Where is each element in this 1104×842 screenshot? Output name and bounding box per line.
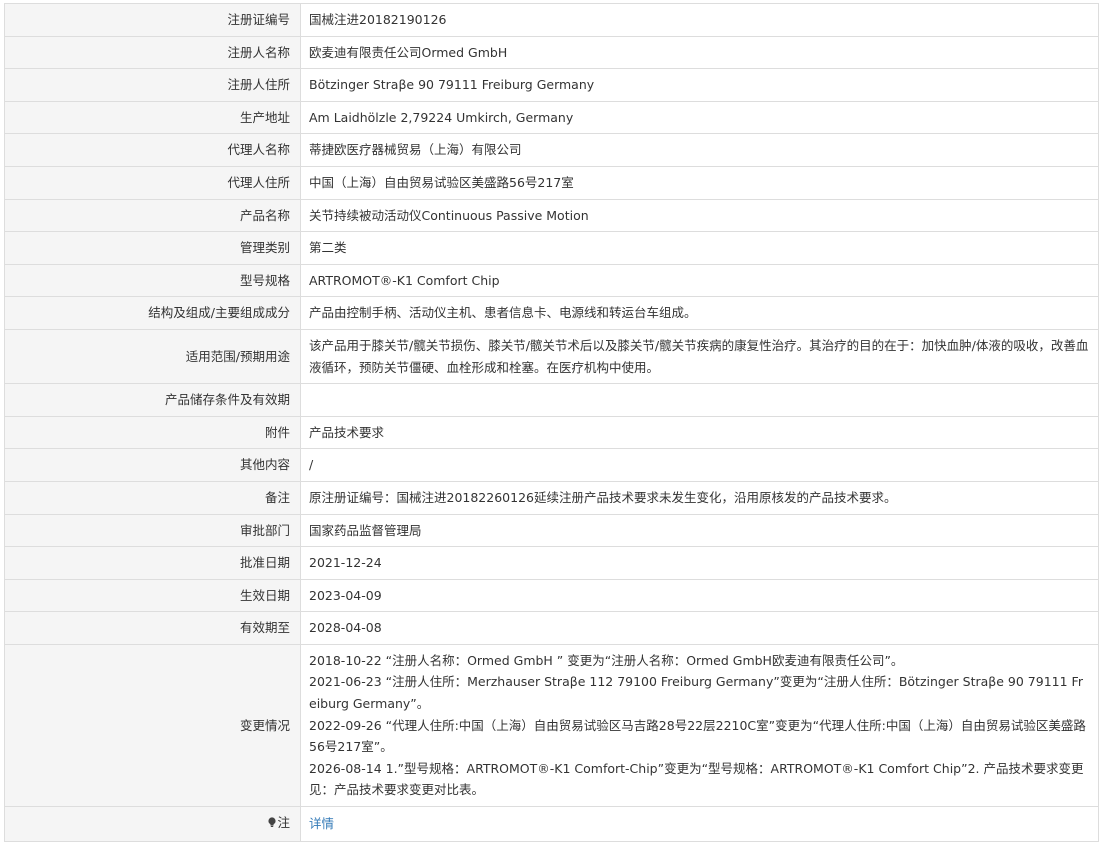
row-value — [300, 383, 1099, 417]
details-link[interactable]: 详情 — [309, 816, 334, 831]
row-value: 2028-04-08 — [300, 611, 1099, 645]
row-label: 附件 — [4, 415, 301, 450]
row-value: 原注册证编号：国械注进20182260126延续注册产品技术要求未发生变化，沿用… — [300, 480, 1099, 515]
table-row-agent-address: 代理人住所 中国（上海）自由贸易试验区美盛路56号217室 — [4, 165, 1099, 200]
row-value: 关节持续被动活动仪Continuous Passive Motion — [300, 198, 1099, 233]
row-value: 国家药品监督管理局 — [300, 513, 1099, 548]
table-row-storage: 产品储存条件及有效期 — [4, 383, 1099, 417]
table-row-product-name: 产品名称 关节持续被动活动仪Continuous Passive Motion — [4, 198, 1099, 233]
table-row-approval-date: 批准日期 2021-12-24 — [4, 546, 1099, 580]
row-value: 该产品用于膝关节/髋关节损伤、膝关节/髋关节术后以及膝关节/髋关节疾病的康复性治… — [300, 328, 1099, 385]
table-row-reg-no: 注册证编号 国械注进20182190126 — [4, 3, 1099, 37]
row-label: 管理类别 — [4, 231, 301, 265]
table-row-note: 注 详情 — [4, 806, 1099, 842]
row-label: 批准日期 — [4, 546, 301, 580]
registration-table: 注册证编号 国械注进20182190126 注册人名称 欧麦迪有限责任公司Ormed … — [4, 3, 1099, 842]
row-label: 型号规格 — [4, 263, 301, 298]
row-label: 生效日期 — [4, 578, 301, 613]
table-row-registrant-address: 注册人住所 Bötzinger Straβe 90 79111 Freiburg … — [4, 68, 1099, 102]
note-value: 详情 — [300, 806, 1099, 842]
row-value: 产品技术要求 — [300, 415, 1099, 450]
table-row-attachment: 附件 产品技术要求 — [4, 415, 1099, 450]
table-row-composition: 结构及组成/主要组成成分 产品由控制手柄、活动仪主机、患者信息卡、电源线和转运台车… — [4, 296, 1099, 330]
row-label: 生产地址 — [4, 100, 301, 135]
row-value: 2021-12-24 — [300, 546, 1099, 580]
row-value: / — [300, 448, 1099, 482]
row-label: 审批部门 — [4, 513, 301, 548]
row-value: Am Laidhölzle 2,79224 Umkirch, Germany — [300, 100, 1099, 135]
row-value: ARTROMOT®-K1 Comfort Chip — [300, 263, 1099, 298]
registration-rows: 注册证编号 国械注进20182190126 注册人名称 欧麦迪有限责任公司Ormed … — [4, 3, 1099, 645]
changes-list: 2018-10-22 “注册人名称：Ormed GmbH ” 变更为“注册人名称… — [300, 643, 1099, 808]
row-value: 产品由控制手柄、活动仪主机、患者信息卡、电源线和转运台车组成。 — [300, 296, 1099, 330]
table-row-remark: 备注 原注册证编号：国械注进20182260126延续注册产品技术要求未发生变化，… — [4, 480, 1099, 515]
changes-section: 变更情况 2018-10-22 “注册人名称：Ormed GmbH ” 变更为“… — [4, 643, 1099, 842]
row-value: Bötzinger Straβe 90 79111 Freiburg Germa… — [300, 68, 1099, 102]
table-row-changes: 变更情况 2018-10-22 “注册人名称：Ormed GmbH ” 变更为“… — [4, 643, 1099, 808]
row-label: 注册证编号 — [4, 3, 301, 37]
change-entry: 2018-10-22 “注册人名称：Ormed GmbH ” 变更为“注册人名称… — [309, 652, 904, 668]
row-value: 蒂捷欧医疗器械贸易（上海）有限公司 — [300, 133, 1099, 167]
lightbulb-icon — [268, 814, 277, 836]
table-row-other: 其他内容 / — [4, 448, 1099, 482]
row-label: 产品储存条件及有效期 — [4, 383, 301, 417]
row-label: 结构及组成/主要组成成分 — [4, 296, 301, 330]
row-label: 适用范围/预期用途 — [4, 328, 301, 385]
table-row-effective-date: 生效日期 2023-04-09 — [4, 578, 1099, 613]
row-label: 代理人名称 — [4, 133, 301, 167]
row-label: 备注 — [4, 480, 301, 515]
table-row-production-address: 生产地址 Am Laidhölzle 2,79224 Umkirch, Germa… — [4, 100, 1099, 135]
row-label: 代理人住所 — [4, 165, 301, 200]
row-label: 注册人名称 — [4, 35, 301, 70]
registration-detail: 注册证编号 国械注进20182190126 注册人名称 欧麦迪有限责任公司Ormed … — [0, 0, 1104, 842]
row-value: 2023-04-09 — [300, 578, 1099, 613]
table-row-intended-use: 适用范围/预期用途 该产品用于膝关节/髋关节损伤、膝关节/髋关节术后以及膝关节/髋… — [4, 328, 1099, 385]
row-label: 其他内容 — [4, 448, 301, 482]
table-row-class: 管理类别 第二类 — [4, 231, 1099, 265]
row-label-changes: 变更情况 — [4, 643, 301, 808]
row-value: 中国（上海）自由贸易试验区美盛路56号217室 — [300, 165, 1099, 200]
row-label: 产品名称 — [4, 198, 301, 233]
table-row-approval-dept: 审批部门 国家药品监督管理局 — [4, 513, 1099, 548]
table-row-model: 型号规格 ARTROMOT®-K1 Comfort Chip — [4, 263, 1099, 298]
row-value: 欧麦迪有限责任公司Ormed GmbH — [300, 35, 1099, 70]
table-row-agent-name: 代理人名称 蒂捷欧医疗器械贸易（上海）有限公司 — [4, 133, 1099, 167]
row-value: 第二类 — [300, 231, 1099, 265]
change-entry: 2022-09-26 “代理人住所:中国（上海）自由贸易试验区马吉路28号22层… — [309, 717, 1086, 755]
row-label: 有效期至 — [4, 611, 301, 645]
note-label: 注 — [277, 815, 290, 831]
change-entry: 2026-08-14 1.”型号规格：ARTROMOT®-K1 Comfort-… — [309, 760, 1084, 798]
row-label: 注册人住所 — [4, 68, 301, 102]
row-value: 国械注进20182190126 — [300, 3, 1099, 37]
table-row-registrant-name: 注册人名称 欧麦迪有限责任公司Ormed GmbH — [4, 35, 1099, 70]
change-entry: 2021-06-23 “注册人住所：Merzhauser Straβe 112 … — [309, 674, 1083, 712]
row-label-note: 注 — [4, 806, 301, 842]
table-row-expiry-date: 有效期至 2028-04-08 — [4, 611, 1099, 645]
